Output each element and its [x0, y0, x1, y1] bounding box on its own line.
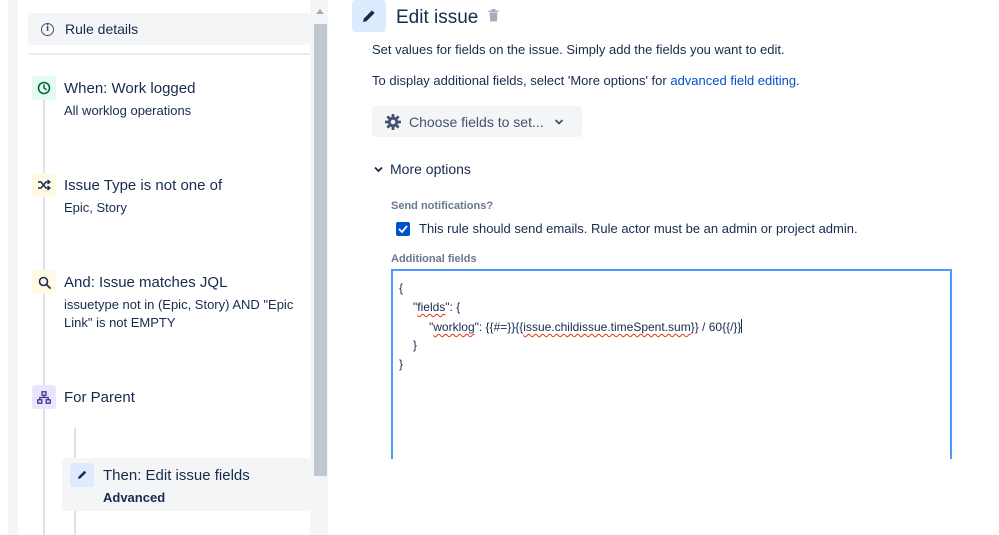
more-options-toggle[interactable]: More options	[372, 161, 471, 177]
page-title: Edit issue	[396, 7, 479, 28]
shuffle-icon	[32, 173, 56, 197]
clock-icon	[32, 76, 56, 100]
node-title: When: Work logged	[64, 80, 196, 97]
branch-connector	[74, 428, 76, 458]
code-key: fields	[417, 300, 446, 314]
rule-details-label: Rule details	[65, 21, 139, 37]
flow-connector	[43, 98, 45, 174]
check-icon	[398, 225, 408, 233]
search-icon	[32, 270, 56, 294]
chevron-down-icon	[554, 118, 564, 126]
rule-panel: i Rule details When: Work logged All wor…	[8, 0, 328, 535]
description-text: Set values for fields on the issue. Simp…	[372, 42, 785, 57]
trash-icon[interactable]	[488, 9, 499, 27]
code-line: "worklog": {{#=}}{{issue.childissue.time…	[429, 319, 743, 334]
node-subtitle-line: issuetype not in (Epic, Story) AND "Epic	[64, 297, 294, 312]
description-prefix: To display additional fields, select 'Mo…	[372, 73, 671, 88]
choose-fields-button[interactable]: Choose fields to set...	[372, 106, 582, 137]
code-line: "fields": {	[413, 300, 460, 314]
pencil-icon	[352, 0, 386, 32]
send-notifications-text: This rule should send emails. Rule actor…	[419, 221, 858, 236]
node-subtitle: Advanced	[103, 490, 166, 505]
node-subtitle: Epic, Story	[64, 200, 127, 215]
node-title: Then: Edit issue fields	[103, 467, 250, 484]
scrollbar[interactable]	[314, 0, 328, 535]
text-caret	[741, 319, 743, 333]
node-subtitle: All worklog operations	[64, 103, 192, 118]
gear-icon	[384, 113, 402, 131]
code-line: }	[399, 357, 404, 371]
choose-fields-label: Choose fields to set...	[409, 113, 544, 130]
description-text: To display additional fields, select 'Mo…	[372, 73, 800, 88]
code-token: ": {	[445, 300, 461, 314]
flow-connector	[43, 408, 45, 535]
code-token: }} / 60{{/}}	[690, 320, 742, 334]
node-title: Issue Type is not one of	[64, 177, 223, 194]
scroll-up-arrow-icon[interactable]	[316, 9, 324, 14]
node-subtitle-line: Link" is not EMPTY	[64, 315, 176, 330]
code-token: ": {{#=}}{{	[474, 320, 524, 334]
pencil-icon	[70, 463, 94, 487]
flow-connector	[43, 293, 45, 388]
code-line: {	[399, 281, 404, 295]
description-suffix: .	[796, 73, 800, 88]
more-options-label: More options	[390, 161, 471, 177]
hierarchy-icon	[32, 385, 56, 409]
code-expression: issue.childissue.timeSpent.sum	[523, 320, 691, 334]
rule-component-list: i Rule details When: Work logged All wor…	[18, 0, 310, 535]
branch-connector	[74, 511, 76, 535]
send-notifications-checkbox[interactable]	[396, 222, 410, 236]
divider	[28, 53, 310, 55]
advanced-field-editing-link[interactable]: advanced field editing	[670, 73, 796, 88]
send-notifications-label: Send notifications?	[391, 200, 494, 212]
additional-fields-editor[interactable]: { "fields": { "worklog": {{#=}}{{issue.c…	[391, 269, 952, 459]
scrollbar-thumb[interactable]	[314, 24, 327, 476]
rule-node-action-selected[interactable]: Then: Edit issue fields Advanced	[62, 458, 310, 511]
node-title: And: Issue matches JQL	[64, 274, 228, 291]
info-icon: i	[41, 22, 54, 36]
rule-details-item[interactable]: i Rule details	[28, 13, 310, 45]
node-title: For Parent	[64, 389, 135, 406]
chevron-down-icon	[374, 166, 383, 173]
code-key: worklog	[433, 320, 475, 334]
flow-connector	[43, 196, 45, 272]
code-line: }	[413, 338, 418, 352]
additional-fields-label: Additional fields	[391, 253, 477, 265]
